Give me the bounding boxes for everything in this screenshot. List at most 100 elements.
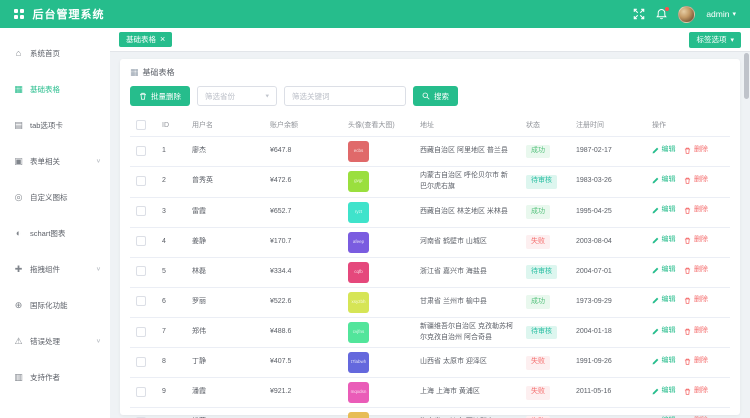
sidebar-item-tabs[interactable]: ▤ tab选项卡 bbox=[0, 107, 110, 143]
sidebar-item-charts[interactable]: ◐ schart图表 bbox=[0, 215, 110, 251]
cell-username: 罗丽 bbox=[186, 287, 264, 317]
user-avatar[interactable] bbox=[678, 6, 695, 23]
tag-options-button[interactable]: 标签选项 ▾ bbox=[689, 32, 741, 48]
sidebar-item-home[interactable]: ⌂ 系统首页 bbox=[0, 35, 110, 71]
row-checkbox[interactable] bbox=[136, 296, 146, 306]
trash-icon bbox=[684, 147, 691, 154]
cell-username: 曾秀英 bbox=[186, 167, 264, 198]
cell-register-date: 1991-09-26 bbox=[570, 348, 646, 378]
avatar-thumbnail[interactable]: t7labwh bbox=[348, 352, 369, 373]
chevron-down-icon: ▾ bbox=[265, 93, 269, 99]
cell-balance: ¥828.9 bbox=[264, 408, 342, 418]
bell-icon[interactable] bbox=[656, 8, 667, 20]
keyword-input[interactable] bbox=[284, 86, 406, 106]
avatar-text: gvgr bbox=[354, 178, 363, 185]
avatar-thumbnail[interactable]: cvjfns bbox=[348, 322, 369, 343]
cell-id: 3 bbox=[156, 197, 186, 227]
avatar-thumbnail[interactable]: gvgr bbox=[348, 171, 369, 192]
sidebar-item-label: 基础表格 bbox=[30, 84, 60, 95]
delete-button[interactable]: 删除 bbox=[684, 356, 708, 367]
delete-button[interactable]: 删除 bbox=[684, 265, 708, 276]
cell-operations: 编辑 删除 bbox=[646, 167, 730, 198]
delete-button[interactable]: 删除 bbox=[684, 205, 708, 216]
sidebar-item-i18n[interactable]: ⊕ 国际化功能 bbox=[0, 287, 110, 323]
tab-basic-table[interactable]: 基础表格 × bbox=[119, 32, 172, 47]
cell-register-date: 1980-06-23 bbox=[570, 408, 646, 418]
cell-address: 上海 上海市 黄浦区 bbox=[414, 378, 520, 408]
close-icon[interactable]: × bbox=[160, 35, 165, 44]
delete-button[interactable]: 删除 bbox=[684, 145, 708, 156]
row-checkbox[interactable] bbox=[136, 387, 146, 397]
cell-id: 6 bbox=[156, 287, 186, 317]
delete-button[interactable]: 删除 bbox=[684, 295, 708, 306]
chart-icon: ◐ bbox=[13, 228, 24, 238]
row-checkbox[interactable] bbox=[136, 327, 146, 337]
username: admin bbox=[706, 9, 729, 19]
cell-operations: 编辑 删除 bbox=[646, 257, 730, 287]
sidebar-item-table[interactable]: ▦ 基础表格 bbox=[0, 71, 110, 107]
row-checkbox[interactable] bbox=[136, 357, 146, 367]
row-checkbox[interactable] bbox=[136, 176, 146, 186]
row-checkbox[interactable] bbox=[136, 146, 146, 156]
row-checkbox[interactable] bbox=[136, 206, 146, 216]
table-icon: ▦ bbox=[130, 67, 139, 78]
delete-button[interactable]: 删除 bbox=[684, 175, 708, 186]
avatar-thumbnail[interactable]: ryzt bbox=[348, 202, 369, 223]
cell-operations: 编辑 删除 bbox=[646, 137, 730, 167]
edit-button[interactable]: 编辑 bbox=[652, 295, 676, 306]
search-button[interactable]: 搜索 bbox=[413, 86, 458, 106]
batch-delete-button[interactable]: 批量删除 bbox=[130, 86, 190, 106]
scrollbar-thumb[interactable] bbox=[744, 53, 749, 99]
edit-button[interactable]: 编辑 bbox=[652, 145, 676, 156]
avatar-text: afeep bbox=[353, 239, 364, 246]
cell-address: 内蒙古自治区 呼伦贝尔市 新巴尔虎右旗 bbox=[414, 167, 520, 198]
row-checkbox[interactable] bbox=[136, 266, 146, 276]
app-title: 后台管理系统 bbox=[33, 6, 105, 22]
avatar-text: cqfb bbox=[354, 269, 363, 276]
chevron-down-icon: ∨ bbox=[96, 158, 101, 164]
sidebar-item-form[interactable]: ▣ 表单相关 ∨ bbox=[0, 143, 110, 179]
avatar-text: mqxdsn bbox=[351, 389, 367, 396]
sidebar-item-icon[interactable]: ◎ 自定义图标 bbox=[0, 179, 110, 215]
edit-button[interactable]: 编辑 bbox=[652, 326, 676, 337]
avatar-thumbnail[interactable]: chgwfuw bbox=[348, 412, 369, 418]
cell-register-date: 2004-07-01 bbox=[570, 257, 646, 287]
trash-icon bbox=[684, 207, 691, 214]
user-menu[interactable]: admin ▾ bbox=[706, 9, 736, 19]
avatar-thumbnail[interactable]: mqxdsn bbox=[348, 382, 369, 403]
notification-dot bbox=[665, 7, 669, 11]
sidebar-item-label: tab选项卡 bbox=[30, 120, 63, 131]
table-row: 2 曾秀英 ¥472.6 gvgr 内蒙古自治区 呼伦贝尔市 新巴尔虎右旗 待审… bbox=[130, 167, 730, 198]
cell-register-date: 2003-08-04 bbox=[570, 227, 646, 257]
delete-button[interactable]: 删除 bbox=[684, 235, 708, 246]
sidebar-item-error[interactable]: ⚠ 错误处理 ∨ bbox=[0, 323, 110, 359]
status-badge: 待审核 bbox=[526, 326, 557, 340]
select-all-checkbox[interactable] bbox=[136, 120, 146, 130]
avatar-thumbnail[interactable]: ecbs bbox=[348, 141, 369, 162]
column-header: 头像(查看大图) bbox=[342, 114, 414, 137]
status-badge: 待审核 bbox=[526, 175, 557, 189]
province-select[interactable]: 筛选省份 ▾ bbox=[197, 86, 277, 106]
scrollbar[interactable] bbox=[744, 53, 749, 416]
delete-button[interactable]: 删除 bbox=[684, 326, 708, 337]
sidebar-item-drag[interactable]: ✚ 拖拽组件 ∨ bbox=[0, 251, 110, 287]
edit-button[interactable]: 编辑 bbox=[652, 175, 676, 186]
sidebar-item-donate[interactable]: ▥ 支持作者 bbox=[0, 359, 110, 395]
avatar-thumbnail[interactable]: afeep bbox=[348, 232, 369, 253]
status-badge: 失败 bbox=[526, 235, 550, 249]
row-checkbox[interactable] bbox=[136, 236, 146, 246]
edit-button[interactable]: 编辑 bbox=[652, 205, 676, 216]
edit-button[interactable]: 编辑 bbox=[652, 356, 676, 367]
avatar-thumbnail[interactable]: xsyzbh bbox=[348, 292, 369, 313]
edit-button[interactable]: 编辑 bbox=[652, 265, 676, 276]
cell-register-date: 2011-05-16 bbox=[570, 378, 646, 408]
edit-button[interactable]: 编辑 bbox=[652, 386, 676, 397]
pencil-icon bbox=[652, 147, 659, 154]
top-header: 后台管理系统 admin ▾ bbox=[0, 0, 750, 28]
table-row: 10 姚芳 ¥828.9 chgwfuw 海南省 三沙市 西沙群岛 失败 198… bbox=[130, 408, 730, 418]
cell-username: 丁静 bbox=[186, 348, 264, 378]
edit-button[interactable]: 编辑 bbox=[652, 235, 676, 246]
fullscreen-icon[interactable] bbox=[633, 8, 645, 20]
delete-button[interactable]: 删除 bbox=[684, 386, 708, 397]
avatar-thumbnail[interactable]: cqfb bbox=[348, 262, 369, 283]
